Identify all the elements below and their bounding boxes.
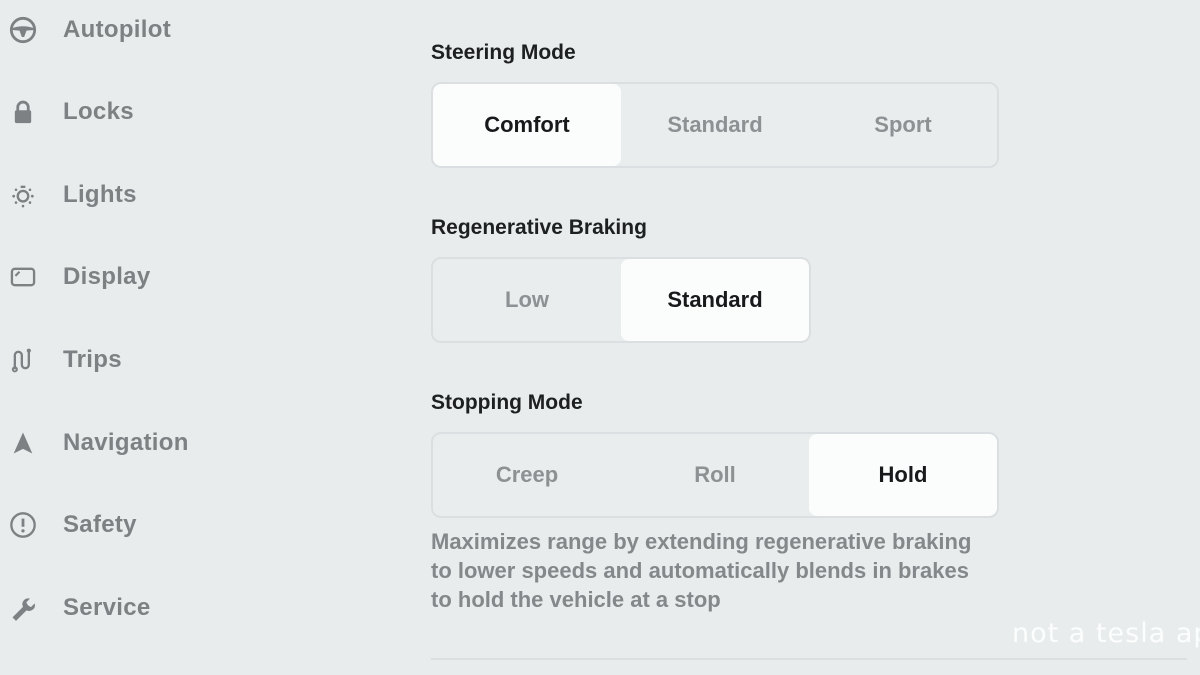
sidebar-item-locks[interactable]: Locks — [0, 92, 240, 132]
regenerative-braking-option-low[interactable]: Low — [433, 259, 621, 341]
stopping-mode-description: Maximizes range by extending regenerativ… — [431, 529, 972, 612]
stopping-mode-option-creep[interactable]: Creep — [433, 434, 621, 516]
stopping-mode-option-hold[interactable]: Hold — [809, 434, 997, 516]
lock-icon — [8, 97, 38, 127]
sidebar-item-navigation[interactable]: Navigation — [0, 423, 240, 463]
section-divider — [431, 658, 1187, 660]
stopping-mode-selector: Creep Roll Hold — [431, 432, 999, 518]
display-icon — [8, 262, 38, 292]
sidebar-item-label: Autopilot — [63, 16, 171, 43]
wrench-icon — [8, 593, 38, 623]
light-bulb-icon — [8, 180, 38, 210]
steering-mode-option-sport[interactable]: Sport — [809, 84, 997, 166]
sidebar-item-service[interactable]: Service — [0, 588, 240, 628]
steering-mode-title: Steering Mode — [431, 41, 576, 64]
sidebar-item-label: Navigation — [63, 429, 189, 456]
steering-mode-option-comfort[interactable]: Comfort — [433, 84, 621, 166]
sidebar-item-label: Safety — [63, 511, 137, 538]
route-icon — [8, 345, 38, 375]
stopping-mode-option-roll[interactable]: Roll — [621, 434, 809, 516]
sidebar-item-autopilot[interactable]: Autopilot — [0, 10, 240, 50]
sidebar-item-label: Lights — [63, 181, 137, 208]
sidebar-item-label: Locks — [63, 98, 134, 125]
watermark-text: not a tesla ap — [1012, 618, 1200, 649]
sidebar-item-label: Service — [63, 594, 151, 621]
sidebar-item-safety[interactable]: Safety — [0, 505, 240, 545]
sidebar: Autopilot Locks Lights Display Trips Nav… — [0, 0, 260, 675]
regenerative-braking-title: Regenerative Braking — [431, 216, 647, 239]
sidebar-item-display[interactable]: Display — [0, 257, 240, 297]
sidebar-item-trips[interactable]: Trips — [0, 340, 240, 380]
steering-wheel-icon — [8, 15, 38, 45]
regenerative-braking-selector: Low Standard — [431, 257, 811, 343]
sidebar-item-lights[interactable]: Lights — [0, 175, 240, 215]
sidebar-item-label: Trips — [63, 346, 122, 373]
alert-circle-icon — [8, 510, 38, 540]
steering-mode-option-standard[interactable]: Standard — [621, 84, 809, 166]
stopping-mode-title: Stopping Mode — [431, 391, 583, 414]
navigation-arrow-icon — [8, 428, 38, 458]
regenerative-braking-option-standard[interactable]: Standard — [621, 259, 809, 341]
sidebar-item-label: Display — [63, 263, 151, 290]
steering-mode-selector: Comfort Standard Sport — [431, 82, 999, 168]
